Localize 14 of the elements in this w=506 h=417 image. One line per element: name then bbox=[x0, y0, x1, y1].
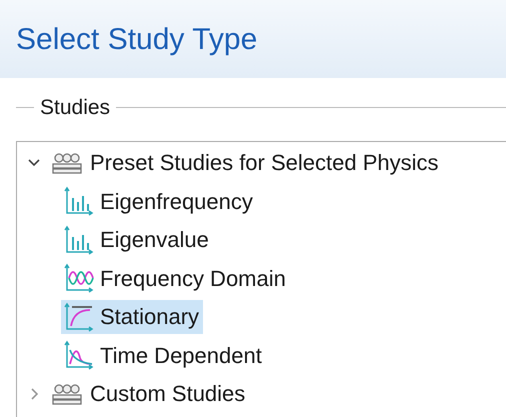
curve-icon bbox=[64, 302, 94, 332]
wave-icon bbox=[64, 263, 94, 294]
peak-icon bbox=[64, 340, 94, 370]
tree-item[interactable]: Frequency Domain bbox=[61, 261, 290, 296]
bar-chart-icon bbox=[64, 224, 94, 255]
group-label: Studies bbox=[39, 95, 112, 121]
tree-item[interactable]: Eigenvalue bbox=[61, 222, 213, 257]
bar-chart-icon bbox=[64, 186, 94, 216]
page-title: Select Study Type bbox=[16, 22, 258, 58]
tree-item[interactable]: Custom Studies bbox=[47, 376, 250, 411]
tree-item[interactable]: Stationary bbox=[61, 300, 204, 334]
tree-item[interactable]: Eigenfrequency bbox=[61, 184, 257, 218]
tree-item[interactable]: Time Dependent bbox=[61, 338, 266, 372]
tree-item[interactable]: Preset Studies for Selected Physics bbox=[47, 146, 442, 180]
